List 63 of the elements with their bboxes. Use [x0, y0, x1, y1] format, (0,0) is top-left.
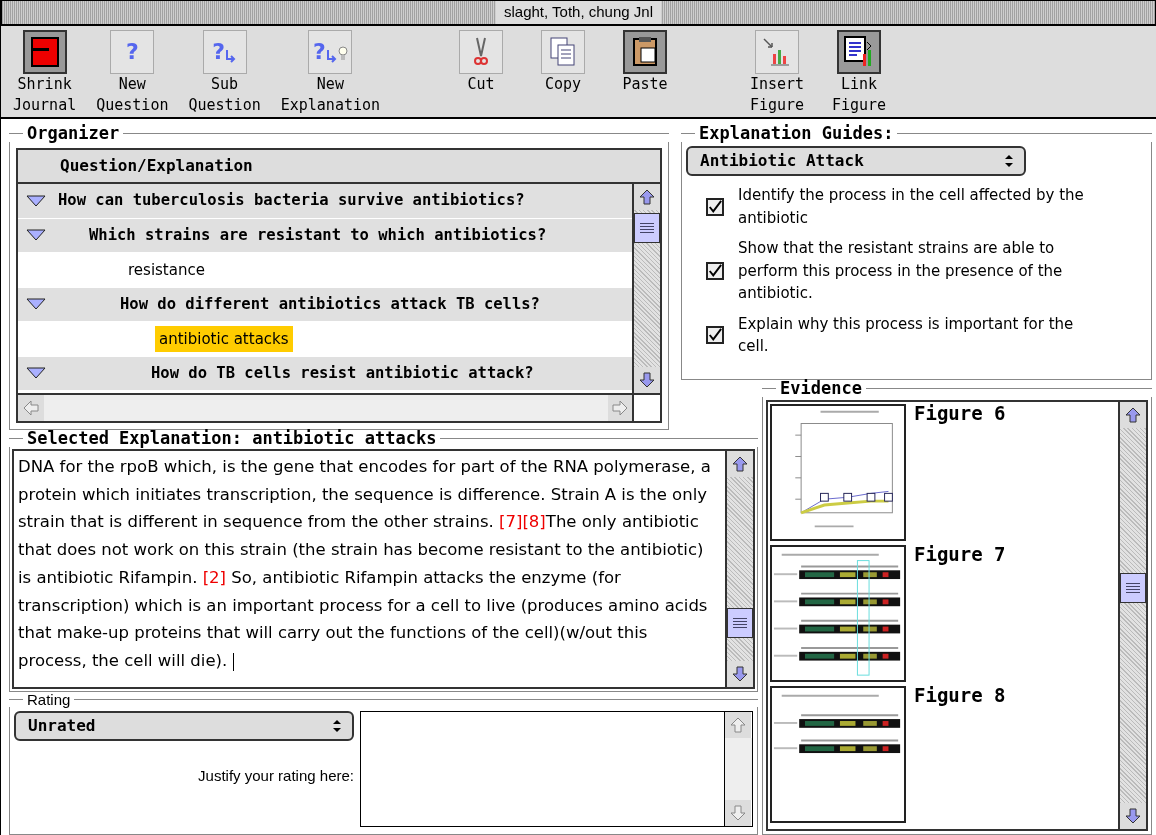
lightbulb-icon	[337, 44, 348, 63]
explanation-heading: Selected Explanation: antibiotic attacks	[27, 430, 437, 447]
scroll-thumb[interactable]	[727, 607, 753, 638]
rating-dropdown[interactable]: Unrated	[14, 711, 354, 741]
reference-link[interactable]: [8]	[522, 512, 546, 532]
question-mark-icon: ?	[313, 40, 326, 63]
window-title: slaght, Toth, chung Jnl	[496, 1, 661, 24]
dropdown-arrows-icon	[332, 719, 342, 733]
vertical-scrollbar[interactable]	[632, 184, 660, 393]
sequence-alignment-thumbnail[interactable]	[770, 545, 906, 682]
figure-label: Figure 7	[914, 545, 1006, 567]
branch-arrow-icon	[224, 48, 237, 63]
scroll-left-arrow-icon[interactable]	[22, 399, 40, 417]
scroll-down-arrow-icon[interactable]	[638, 371, 656, 389]
guide-text: Explain why this process is important for the cell.	[738, 313, 1075, 357]
scroll-thumb[interactable]	[1120, 572, 1146, 603]
checkbox[interactable]	[706, 197, 724, 216]
toolbar-button[interactable]: ? New Explanation	[280, 29, 381, 117]
vertical-scrollbar[interactable]	[725, 451, 753, 687]
guide-text: Identify the process in the cell affected by the antibiotic	[738, 185, 1085, 229]
rating-prompt: Justify your rating here:	[198, 766, 354, 786]
sequence-alignment-thumbnail[interactable]	[770, 686, 906, 823]
explanation-item[interactable]: antibiotic attacks	[155, 325, 293, 352]
chart-thumbnail[interactable]	[770, 404, 906, 541]
toolbar-button[interactable]: Insert Figure	[746, 29, 809, 117]
dropdown-arrows-icon	[1004, 154, 1014, 168]
figure-label: Figure 8	[914, 686, 1006, 708]
reference-link[interactable]: [7]	[499, 512, 523, 532]
scroll-up-arrow-icon[interactable]	[1124, 406, 1142, 424]
toolbar-button[interactable]: Paste	[614, 29, 677, 117]
toolbar-button[interactable]: ? Sub Question	[188, 29, 261, 117]
scroll-down-arrow-icon[interactable]	[731, 665, 749, 683]
scroll-up-arrow-icon[interactable]	[638, 188, 656, 206]
toolbar-button[interactable]: Cut	[450, 29, 513, 117]
toolbar-button[interactable]: ? New Question	[96, 29, 169, 117]
checkbox[interactable]	[706, 261, 724, 280]
guides-heading: Explanation Guides:	[699, 125, 894, 142]
disclosure-triangle-icon[interactable]	[26, 298, 46, 311]
question-mark-icon: ?	[212, 40, 225, 63]
column-header[interactable]: Question/Explanation	[16, 148, 662, 184]
figure-label: Figure 6	[914, 404, 1006, 426]
scroll-down-arrow-icon[interactable]	[1124, 807, 1142, 825]
scroll-right-arrow-icon[interactable]	[611, 399, 629, 417]
guide-text: Show that the resistant strains are able to perform this process in the presence of the antibiotic.	[738, 238, 1064, 304]
toolbar-button[interactable]: Shrink Journal	[13, 29, 77, 117]
explanation-item[interactable]: resistance	[124, 256, 209, 283]
horizontal-scrollbar[interactable]	[18, 393, 660, 421]
question-mark-icon: ?	[125, 40, 139, 63]
guide-dropdown[interactable]: Antibiotic Attack	[686, 146, 1026, 176]
checkbox[interactable]	[706, 326, 724, 344]
disclosure-triangle-icon[interactable]	[26, 367, 46, 380]
toolbar-button[interactable]: Copy	[532, 29, 595, 117]
evidence-heading: Evidence	[780, 380, 862, 397]
rating-heading: Rating	[27, 692, 71, 707]
organizer-heading: Organizer	[27, 125, 120, 142]
disclosure-triangle-icon[interactable]	[26, 229, 46, 242]
scroll-thumb[interactable]	[634, 212, 660, 243]
toolbar-button[interactable]: Link Figure	[828, 29, 891, 117]
reference-link[interactable]: [2]	[202, 567, 226, 587]
vertical-scrollbar[interactable]	[1118, 402, 1146, 829]
disclosure-triangle-icon[interactable]	[26, 194, 46, 207]
branch-arrow-icon	[325, 48, 338, 63]
scroll-up-arrow-icon[interactable]	[731, 455, 749, 473]
